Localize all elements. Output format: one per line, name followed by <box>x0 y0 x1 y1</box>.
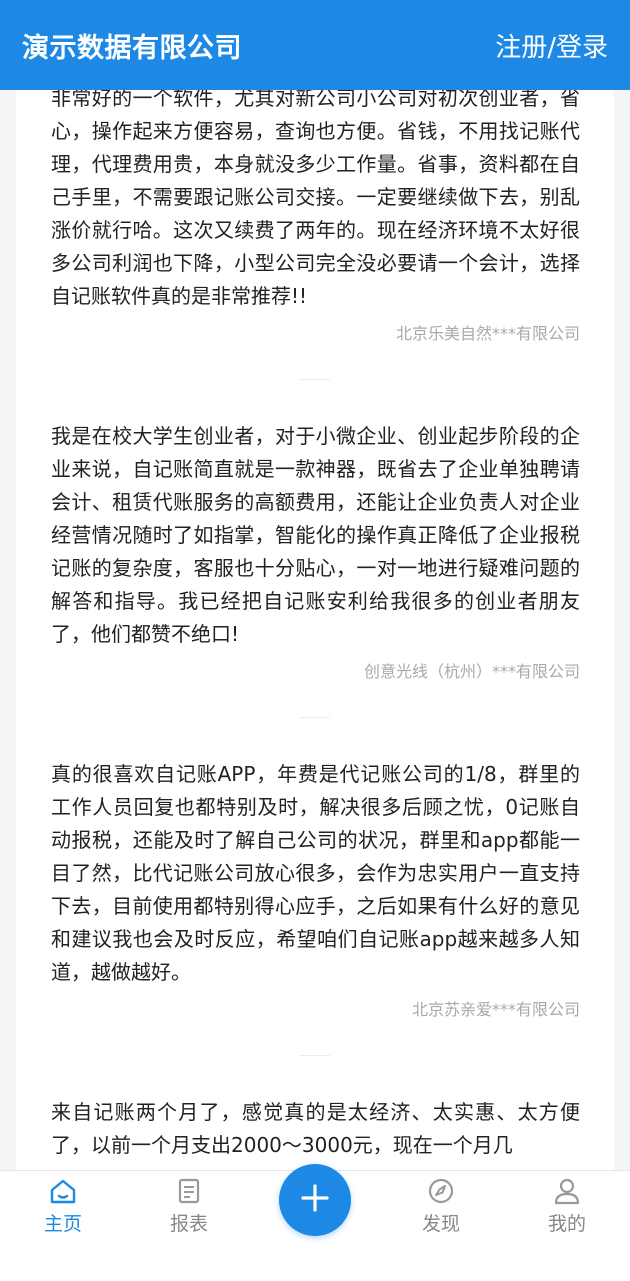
nav-item-report[interactable]: 报表 <box>134 1171 244 1281</box>
review-text: 我是在校大学生创业者，对于小微企业、创业起步阶段的企业来说，自记账简直就是一款神… <box>51 424 580 646</box>
nav-item-mine[interactable]: 我的 <box>512 1171 622 1281</box>
app-header: 演示数据有限公司 注册/登录 <box>0 0 630 90</box>
nav-label-mine: 我的 <box>547 1213 586 1235</box>
review-company: 北京苏亲爱***有限公司 <box>411 1000 580 1019</box>
report-icon <box>173 1175 205 1207</box>
company-title: 演示数据有限公司 <box>22 32 242 64</box>
nav-label-report: 报表 <box>169 1213 208 1235</box>
register-login-link[interactable]: 注册/登录 <box>495 27 608 64</box>
nav-item-discover[interactable]: 发现 <box>386 1171 496 1281</box>
review-text: 非常好的一个软件，尤其对新公司小公司对初次创业者，省心，操作起来方便容易，查询也… <box>51 90 580 308</box>
review-item: 我是在校大学生创业者，对于小微企业、创业起步阶段的企业来说，自记账简直就是一款神… <box>16 420 614 683</box>
nav-label-discover: 发现 <box>421 1213 460 1235</box>
review-item: 来自记账两个月了，感觉真的是太经济、太实惠、太方便了，以前一个月支出2000～3… <box>16 1096 614 1162</box>
review-divider <box>300 717 330 718</box>
review-item: 真的很喜欢自记账APP，年费是代记账公司的1/8，群里的工作人员回复也都特别及时… <box>16 758 614 1021</box>
nav-label-home: 主页 <box>43 1213 82 1235</box>
add-button[interactable] <box>279 1164 351 1236</box>
user-icon <box>551 1175 583 1207</box>
home-icon <box>47 1175 79 1207</box>
plus-icon <box>299 1182 331 1218</box>
review-divider <box>300 379 330 380</box>
review-text: 来自记账两个月了，感觉真的是太经济、太实惠、太方便了，以前一个月支出2000～3… <box>51 1100 580 1157</box>
compass-icon <box>425 1175 457 1207</box>
nav-item-home[interactable]: 主页 <box>8 1171 118 1281</box>
reviews-list[interactable]: 非常好的一个软件，尤其对新公司小公司对初次创业者，省心，操作起来方便容易，查询也… <box>16 90 614 1190</box>
review-item: 非常好的一个软件，尤其对新公司小公司对初次创业者，省心，操作起来方便容易，查询也… <box>16 90 614 345</box>
review-company: 北京乐美自然***有限公司 <box>395 324 580 343</box>
review-text: 真的很喜欢自记账APP，年费是代记账公司的1/8，群里的工作人员回复也都特别及时… <box>51 762 580 984</box>
review-divider <box>300 1055 330 1056</box>
review-company: 创意光线（杭州）***有限公司 <box>363 662 580 681</box>
